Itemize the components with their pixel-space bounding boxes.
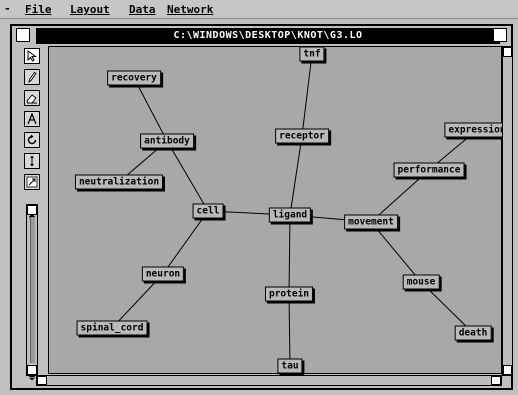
menu-file[interactable]: File: [25, 3, 52, 16]
menu-layout[interactable]: Layout: [70, 3, 110, 16]
menu-network[interactable]: Network: [167, 3, 213, 16]
node-neutralization[interactable]: neutralization: [74, 174, 164, 190]
pencil-tool-button[interactable]: [24, 69, 40, 85]
slider-up-arrow-icon[interactable]: [27, 205, 37, 221]
window-maximize-box[interactable]: [493, 28, 507, 42]
node-ligand[interactable]: ligand: [268, 207, 312, 223]
node-receptor[interactable]: receptor: [275, 128, 329, 144]
rotate-icon: [27, 134, 37, 145]
document-window: C:\WINDOWS\DESKTOP\KNOT\G3.LO tnf recove…: [10, 24, 513, 390]
eraser-icon: [26, 94, 37, 104]
edge-movement-mouse: [370, 221, 422, 283]
rotate-tool-button[interactable]: [24, 132, 40, 148]
pointer-tool-button[interactable]: [24, 48, 40, 64]
zoom-slider[interactable]: [26, 204, 38, 381]
resize-icon: [26, 176, 38, 188]
graph-canvas[interactable]: tnf recovery receptor expression antibody per…: [48, 46, 510, 374]
node-antibody[interactable]: antibody: [140, 133, 194, 149]
edge-ligand-protein: [288, 214, 291, 295]
node-death[interactable]: death: [454, 325, 492, 341]
pointer-icon: [27, 50, 38, 62]
system-menu-button[interactable]: -: [4, 2, 11, 15]
scroll-up-arrow-icon[interactable]: [503, 47, 512, 57]
edge-receptor-ligand: [289, 135, 303, 216]
menu-data[interactable]: Data: [129, 3, 156, 16]
node-neuron[interactable]: neuron: [141, 266, 185, 282]
menu-file-label: File: [25, 3, 52, 16]
edge-cell-neuron: [162, 210, 209, 275]
edge-tnf-receptor: [301, 53, 313, 137]
vertical-scrollbar[interactable]: [502, 46, 513, 376]
window-title[interactable]: C:\WINDOWS\DESKTOP\KNOT\G3.LO: [36, 28, 500, 44]
edge-antibody-cell: [166, 140, 209, 212]
scroll-left-arrow-icon[interactable]: [37, 376, 47, 385]
tool-palette: [24, 48, 40, 208]
slider-down-arrow-icon[interactable]: [27, 365, 37, 381]
node-expression[interactable]: expression: [444, 122, 510, 138]
scroll-right-arrow-icon[interactable]: [491, 376, 501, 385]
node-tau[interactable]: tau: [277, 358, 303, 374]
text-tool-button[interactable]: [24, 111, 40, 127]
node-performance[interactable]: performance: [393, 162, 465, 178]
menu-network-label: Network: [167, 3, 214, 16]
node-mouse[interactable]: mouse: [402, 274, 440, 290]
menu-bar: - File Layout Data Network: [0, 0, 518, 19]
window-close-box[interactable]: [16, 28, 30, 42]
node-protein[interactable]: protein: [264, 286, 314, 302]
horizontal-scrollbar[interactable]: [36, 375, 502, 386]
scroll-down-arrow-icon[interactable]: [503, 365, 512, 375]
slider-track[interactable]: [30, 217, 35, 363]
pencil-icon: [28, 71, 37, 83]
menu-layout-label: Layout: [70, 3, 110, 16]
node-cell[interactable]: cell: [192, 203, 224, 219]
resize-tool-button[interactable]: [24, 174, 40, 190]
node-recovery[interactable]: recovery: [107, 70, 161, 86]
eraser-tool-button[interactable]: [24, 90, 40, 106]
move-icon: [30, 155, 34, 167]
edge-protein-tau: [288, 293, 291, 367]
menu-data-label: Data: [129, 3, 156, 16]
node-tnf[interactable]: tnf: [299, 46, 325, 62]
move-tool-button[interactable]: [24, 153, 40, 169]
node-spinal_cord[interactable]: spinal_cord: [76, 320, 148, 336]
text-icon: [27, 113, 37, 125]
edge-recovery-antibody: [133, 77, 168, 142]
node-movement[interactable]: movement: [344, 214, 398, 230]
